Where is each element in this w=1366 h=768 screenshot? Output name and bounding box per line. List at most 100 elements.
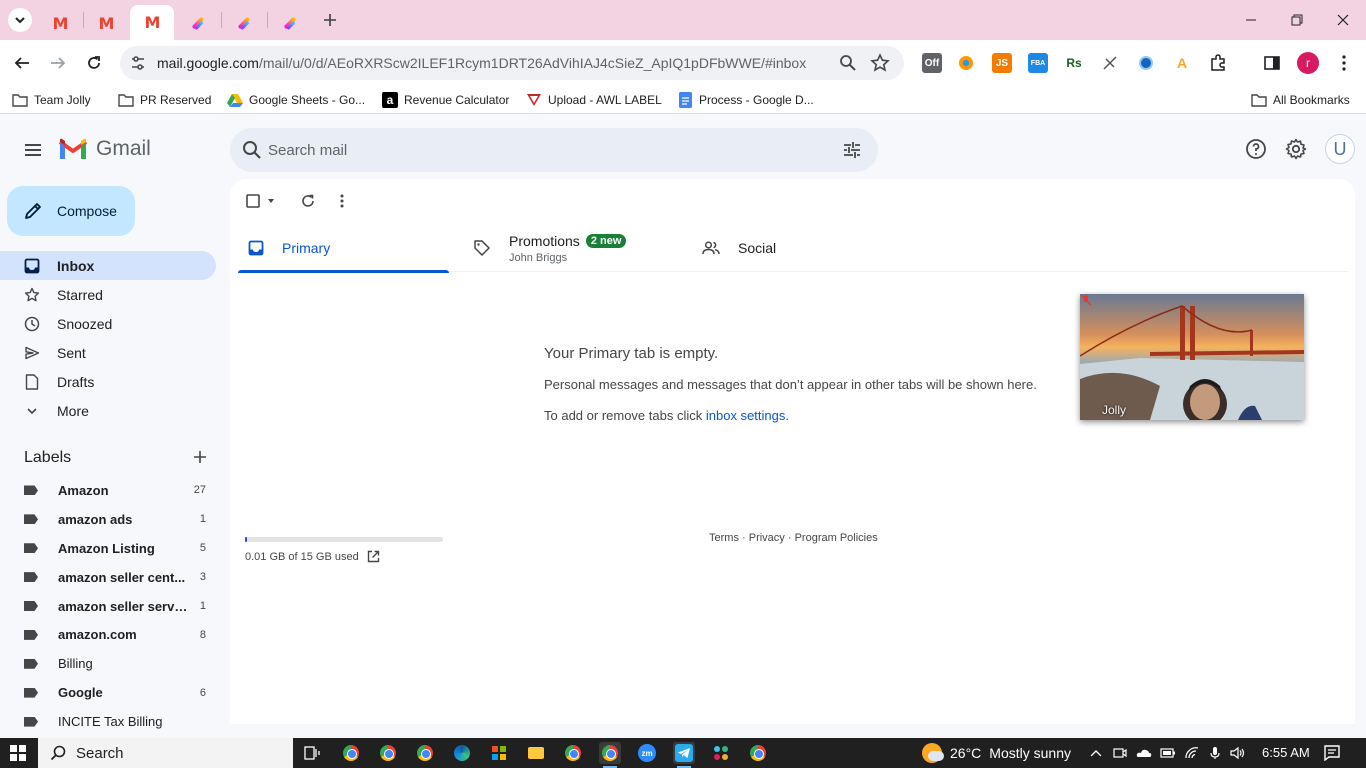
taskbar-store[interactable] [488, 742, 510, 764]
label-item[interactable]: amazon seller servi... 1 [0, 592, 216, 621]
taskbar-chrome-2[interactable] [377, 742, 399, 764]
label-item[interactable]: Amazon 27 [0, 476, 216, 505]
tab-primary[interactable]: Primary [238, 225, 449, 273]
bookmark-google-sheets[interactable]: Google Sheets - Go... [227, 91, 365, 109]
windows-start-icon[interactable] [10, 745, 26, 761]
browser-tab-gmail-active[interactable]: M [130, 5, 174, 40]
label-item[interactable]: Billing [0, 649, 216, 678]
chevron-up-icon[interactable] [1088, 745, 1104, 761]
account-avatar[interactable]: U [1325, 134, 1355, 164]
taskbar-chrome-active[interactable] [599, 742, 621, 768]
coupon-off-icon[interactable]: Off [922, 53, 942, 73]
browser-tab-gmail-1[interactable]: M [38, 6, 82, 40]
address-bar[interactable]: mail.google.com/mail/u/0/d/AEoRXRScw2ILE… [120, 46, 904, 80]
browser-profile-avatar[interactable]: r [1297, 52, 1319, 74]
nav-item-more[interactable]: More [0, 396, 216, 425]
reload-button[interactable] [80, 49, 108, 77]
taskbar-chrome-5[interactable] [747, 742, 769, 764]
bookmark-star-icon[interactable] [870, 53, 890, 73]
nav-item-inbox[interactable]: Inbox [0, 251, 216, 280]
search-options-icon[interactable] [840, 138, 864, 162]
browser-tab-clickup-3[interactable] [268, 6, 312, 40]
taskbar-chrome-4[interactable] [562, 742, 584, 764]
label-item[interactable]: amazon seller cent... 3 [0, 563, 216, 592]
back-button[interactable] [8, 49, 36, 77]
taskbar-file-explorer[interactable] [525, 742, 547, 764]
search-bar[interactable] [230, 128, 878, 172]
notification-icon[interactable] [1324, 745, 1340, 761]
search-input[interactable] [268, 128, 828, 172]
taskbar-zoom[interactable]: zm [636, 742, 658, 764]
more-actions-button[interactable] [340, 191, 344, 211]
account-icon[interactable]: A [1172, 53, 1192, 73]
puzzle-icon[interactable] [1208, 53, 1228, 73]
browser-tab-clickup-1[interactable] [176, 6, 220, 40]
battery-icon[interactable] [1160, 745, 1176, 761]
taskbar-edge[interactable] [451, 742, 473, 764]
label-item[interactable]: amazon.com 8 [0, 620, 216, 649]
forward-button[interactable] [44, 49, 72, 77]
side-panel-icon[interactable] [1262, 53, 1282, 73]
onedrive-icon[interactable] [1136, 745, 1152, 761]
label-item[interactable]: amazon ads 1 [0, 505, 216, 534]
terms-link[interactable]: Terms [709, 532, 739, 544]
bookmark-team-jolly[interactable]: Team Jolly [12, 91, 91, 109]
search-icon[interactable] [240, 138, 264, 162]
nav-item-drafts[interactable]: Drafts [0, 367, 216, 396]
site-info-icon[interactable] [128, 53, 148, 73]
new-tab-button[interactable] [318, 8, 342, 32]
taskbar-search[interactable]: Search [38, 738, 293, 768]
satellite-icon[interactable] [1100, 53, 1120, 73]
restore-button[interactable] [1274, 0, 1320, 40]
tab-social[interactable]: Social [692, 225, 903, 271]
gmail-logo[interactable]: Gmail [58, 137, 151, 161]
bookmark-upload-awl-label[interactable]: Upload - AWL LABEL [526, 91, 662, 109]
inbox-settings-link[interactable]: inbox settings [706, 408, 786, 423]
taskbar-telegram[interactable] [673, 742, 695, 768]
nav-item-snoozed[interactable]: Snoozed [0, 309, 216, 338]
help-icon[interactable] [1244, 137, 1268, 161]
bookmark-revenue-calculator[interactable]: a Revenue Calculator [382, 91, 509, 109]
select-all-checkbox[interactable] [246, 191, 278, 211]
taskbar-chrome-3[interactable] [414, 742, 436, 764]
gear-icon[interactable] [1284, 137, 1308, 161]
main-menu-icon[interactable] [20, 137, 46, 163]
privacy-link[interactable]: Privacy [749, 532, 785, 544]
browser-tab-clickup-2[interactable] [222, 6, 266, 40]
taskbar-clock[interactable]: 6:55 AM [1262, 745, 1310, 760]
nav-item-starred[interactable]: Starred [0, 280, 216, 309]
taskbar-slack[interactable] [710, 742, 732, 764]
tab-promotions[interactable]: Promotions 2 new John Briggs [463, 225, 674, 271]
refresh-button[interactable] [300, 191, 316, 211]
all-bookmarks[interactable]: All Bookmarks [1251, 91, 1350, 109]
wifi-icon[interactable] [1184, 745, 1200, 761]
minimize-button[interactable] [1228, 0, 1274, 40]
taskbar-chrome-1[interactable] [340, 742, 362, 764]
video-call-preview[interactable]: Jolly [1080, 294, 1304, 420]
label-item[interactable]: INCITE Tax Billing [0, 707, 216, 736]
caret-down-icon[interactable] [264, 194, 278, 208]
nav-item-sent[interactable]: Sent [0, 338, 216, 367]
js-icon[interactable]: JS [992, 53, 1012, 73]
orange-circle-icon[interactable] [956, 53, 976, 73]
tab-search-button[interactable] [8, 8, 32, 32]
browser-menu-button[interactable] [1334, 53, 1354, 73]
fba-icon[interactable]: FBA [1028, 53, 1048, 73]
bookmark-pr-reserved[interactable]: PR Reserved [118, 91, 211, 109]
address-url[interactable]: mail.google.com/mail/u/0/d/AEoRXRScw2ILE… [157, 55, 806, 71]
label-item[interactable]: Google 6 [0, 678, 216, 707]
volume-icon[interactable] [1230, 745, 1246, 761]
label-item[interactable]: Amazon Listing 5 [0, 534, 216, 563]
meet-now-icon[interactable] [1112, 745, 1128, 761]
add-label-icon[interactable] [192, 449, 208, 465]
close-window-button[interactable] [1320, 0, 1366, 40]
globe-icon[interactable] [1136, 53, 1156, 73]
task-view-icon[interactable] [301, 742, 323, 764]
zoom-icon[interactable] [838, 53, 858, 73]
browser-tab-gmail-2[interactable]: M [84, 6, 128, 40]
program-policies-link[interactable]: Program Policies [795, 532, 878, 544]
rs-icon[interactable]: Rs [1064, 53, 1084, 73]
open-external-icon[interactable] [367, 550, 380, 563]
compose-button[interactable]: Compose [7, 186, 135, 236]
bookmark-process-google-docs[interactable]: Process - Google D... [677, 91, 814, 109]
